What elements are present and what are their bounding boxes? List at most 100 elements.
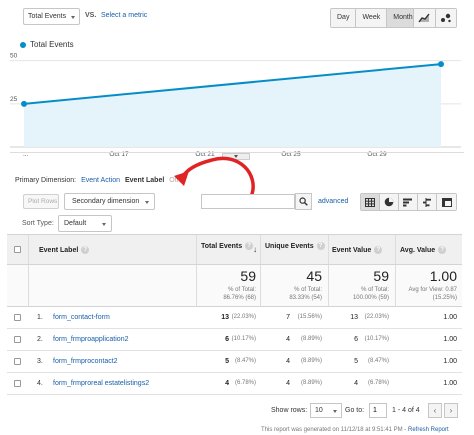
row-event-value-pct: (6.78%): [367, 380, 389, 386]
vs-label: VS.: [85, 12, 97, 19]
dimension-other[interactable]: Other: [169, 177, 187, 184]
advanced-filter-link[interactable]: advanced: [318, 198, 348, 205]
row-checkbox[interactable]: [14, 380, 21, 387]
column-separator: [328, 265, 329, 306]
row-event-value: 13: [350, 314, 358, 321]
sort-type-label: Sort Type:: [22, 220, 54, 227]
sort-type-select[interactable]: Default: [58, 215, 112, 232]
pie-view-button[interactable]: [380, 194, 399, 210]
column-separator: [260, 235, 261, 264]
data-point: [21, 100, 27, 107]
collapse-chart-handle[interactable]: [222, 153, 250, 160]
header-unique-events-text: Unique Events: [265, 242, 314, 250]
next-page-button[interactable]: ›: [444, 403, 458, 418]
secondary-dimension-select[interactable]: Secondary dimension: [64, 193, 155, 210]
header-event-value[interactable]: Event Value?: [332, 246, 383, 254]
row-total-events-pct: (22.03%): [231, 314, 256, 320]
row-unique-events-pct: (8.89%): [300, 358, 322, 364]
help-icon[interactable]: ?: [245, 242, 254, 250]
data-table-view-button[interactable]: [361, 194, 380, 210]
table-row: 1. form_contact-form 13 (22.03%) 7 (15.5…: [7, 307, 462, 329]
summary-unique-events-pct-label: % of Total:: [294, 287, 322, 293]
summary-event-value-pct-label: % of Total:: [361, 287, 389, 293]
select-metric-link[interactable]: Select a metric: [101, 12, 147, 19]
help-icon[interactable]: ?: [316, 242, 325, 250]
comparison-view-button[interactable]: [418, 194, 437, 210]
chevron-down-icon: [333, 410, 337, 413]
row-unique-events: 4: [286, 358, 290, 365]
header-total-events[interactable]: Total Events?: [201, 242, 254, 250]
metric-select-value: Total Events: [28, 13, 67, 20]
chart-legend[interactable]: Total Events: [20, 40, 74, 49]
table-row: 2. form_frmproapplication2 6 (10.17%) 4 …: [7, 329, 462, 351]
table-view-toggle: [360, 193, 457, 211]
search-icon: [299, 197, 308, 206]
row-checkbox[interactable]: [14, 314, 21, 321]
summary-total-events: 59: [240, 268, 256, 284]
motion-chart-button[interactable]: [434, 9, 456, 27]
chevron-down-icon: [234, 155, 238, 158]
summary-avg-value: 1.00: [429, 268, 457, 284]
help-icon[interactable]: ?: [81, 246, 90, 254]
line-chart-icon: [418, 13, 431, 23]
column-separator: [196, 265, 197, 306]
table-search-input[interactable]: [201, 194, 295, 209]
goto-page-input[interactable]: [369, 403, 387, 418]
row-index: 3.: [37, 358, 43, 365]
performance-icon: [403, 198, 412, 206]
summary-event-value-pct: 100.00% (59): [352, 295, 389, 301]
line-chart-button[interactable]: [414, 9, 435, 27]
show-rows-select[interactable]: 10: [310, 403, 342, 418]
help-icon[interactable]: ?: [438, 246, 447, 254]
row-total-events-pct: (8.47%): [234, 358, 256, 364]
pie-chart-icon: [384, 197, 394, 207]
line-chart: 2550 ... Oct 17 Oct 21 Oct 25 Oct 29: [10, 53, 461, 158]
header-event-label[interactable]: Event Label?: [39, 246, 90, 254]
row-unique-events-pct: (15.56%): [297, 314, 322, 320]
y-tick-label: 25: [10, 96, 18, 103]
summary-avg-for-view: Avg for View: 0.87: [408, 287, 457, 293]
help-icon[interactable]: ?: [374, 246, 383, 254]
row-event-label-link[interactable]: form_frmproreal estatelistings2: [53, 380, 149, 387]
legend-dot-icon: [20, 41, 26, 48]
column-separator: [328, 235, 329, 264]
dimension-event-label[interactable]: Event Label: [125, 177, 164, 184]
report-generated-text: This report was generated on 11/12/18 at…: [261, 427, 407, 433]
row-event-label-link[interactable]: form_frmprocontact2: [53, 358, 118, 365]
row-checkbox[interactable]: [14, 358, 21, 365]
header-avg-value[interactable]: Avg. Value?: [400, 246, 447, 254]
row-checkbox[interactable]: [14, 336, 21, 343]
header-event-value-text: Event Value: [332, 246, 372, 254]
row-event-label-link[interactable]: form_frmproapplication2: [53, 336, 128, 343]
column-separator: [395, 265, 396, 306]
y-tick-label: 50: [10, 53, 18, 60]
show-rows-value: 10: [315, 407, 323, 414]
header-unique-events[interactable]: Unique Events?: [265, 242, 325, 250]
summary-avg-value-pct: (15.25%): [432, 295, 457, 301]
plot-rows-button[interactable]: Plot Rows: [23, 194, 59, 209]
row-event-value: 6: [354, 336, 358, 343]
performance-view-button[interactable]: [399, 194, 418, 210]
chevron-down-icon: [145, 201, 149, 204]
row-unique-events: 4: [286, 380, 290, 387]
page-range-text: 1 - 4 of 4: [392, 407, 420, 414]
table-header: Event Label? Total Events? ↓ Unique Even…: [7, 234, 462, 265]
row-total-events: 4: [225, 380, 229, 387]
week-button[interactable]: Week: [356, 9, 388, 27]
pivot-view-button[interactable]: [437, 194, 456, 210]
search-button[interactable]: [295, 193, 312, 210]
refresh-report-link[interactable]: Refresh Report: [408, 427, 449, 433]
select-all-checkbox[interactable]: [14, 246, 21, 253]
day-button[interactable]: Day: [331, 9, 357, 27]
dimension-event-action[interactable]: Event Action: [81, 177, 120, 184]
header-avg-value-text: Avg. Value: [400, 246, 436, 254]
report-generated-note: This report was generated on 11/12/18 at…: [261, 427, 449, 433]
chart-type-toggle: [413, 8, 457, 28]
summary-unique-events-pct: 83.33% (54): [289, 295, 322, 301]
pagination-bar: Show rows: 10 Go to: 1 - 4 of 4 ‹ ›: [0, 403, 474, 423]
goto-label: Go to:: [345, 407, 365, 414]
metric-select[interactable]: Total Events: [23, 8, 80, 25]
row-unique-events: 7: [286, 314, 290, 321]
previous-page-button[interactable]: ‹: [428, 403, 442, 418]
row-event-label-link[interactable]: form_contact-form: [53, 314, 110, 321]
